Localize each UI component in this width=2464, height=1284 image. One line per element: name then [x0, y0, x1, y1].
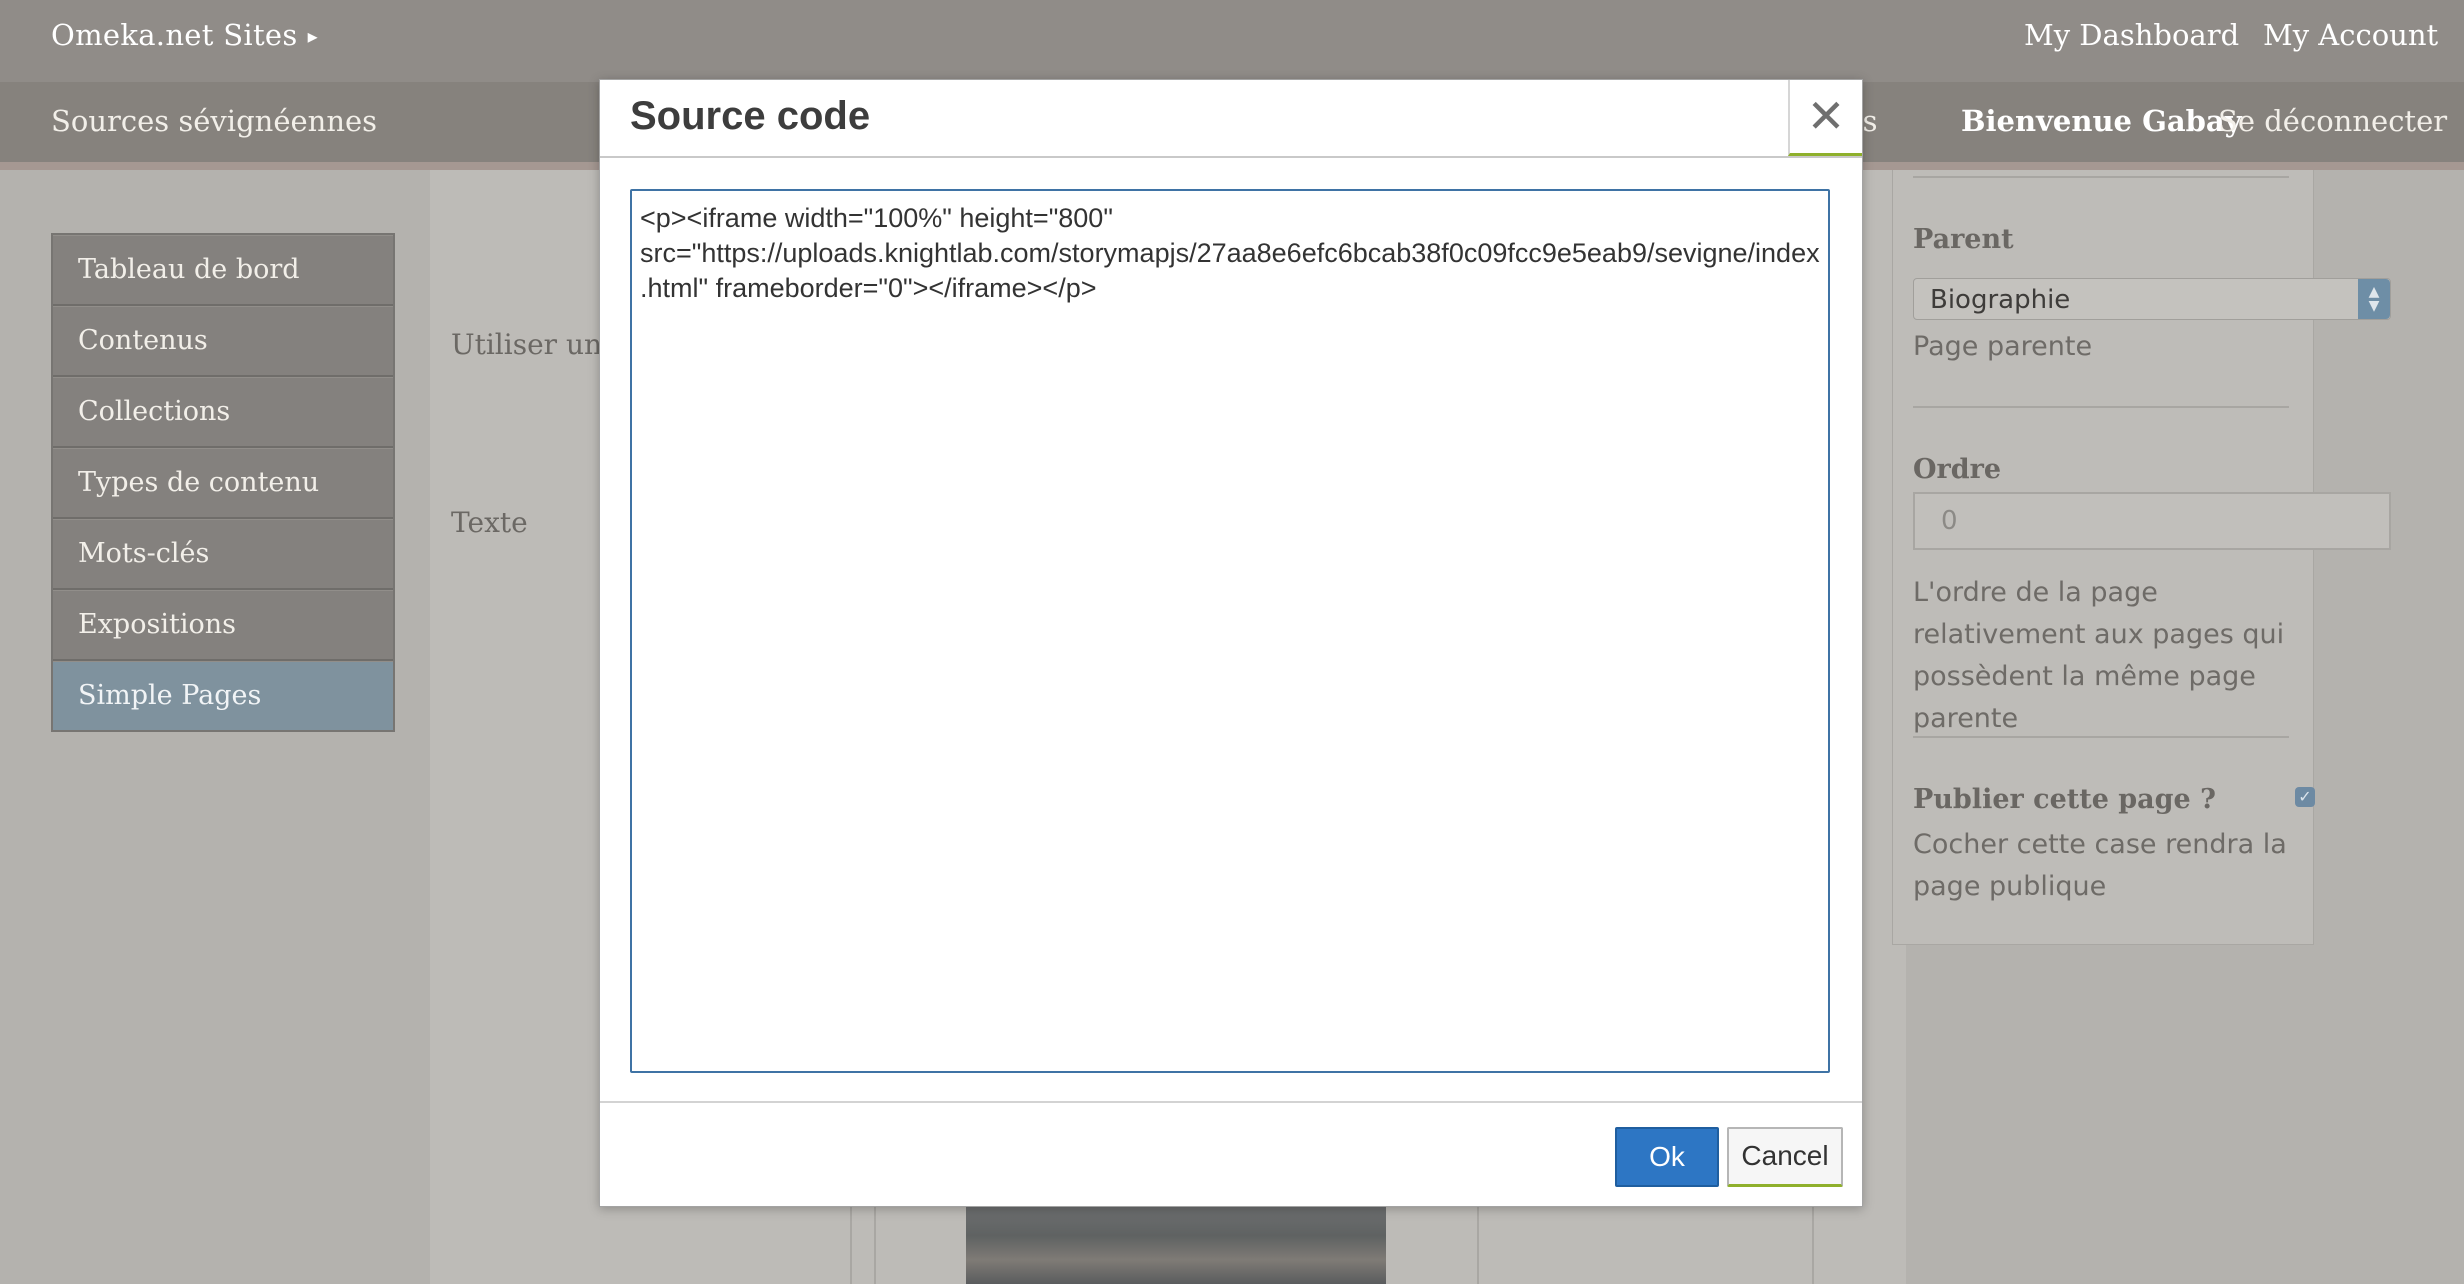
editor-column-border [874, 1196, 876, 1284]
publish-help-text: Cocher cette case rendra la page publiqu… [1913, 829, 2287, 902]
divider [1913, 736, 2289, 738]
publish-checkbox[interactable]: ✓ [2295, 787, 2315, 807]
sidebar-item-items[interactable]: Contenus [53, 306, 393, 377]
sidebar-item-tags[interactable]: Mots-clés [53, 519, 393, 590]
sidebar-nav: Tableau de bord Contenus Collections Typ… [51, 233, 395, 732]
parent-help-text: Page parente [1913, 331, 2093, 362]
dialog-footer: Ok Cancel [600, 1101, 1862, 1208]
sidebar-item-exhibits[interactable]: Expositions [53, 590, 393, 661]
sidebar-item-collections[interactable]: Collections [53, 377, 393, 448]
source-code-dialog: Source code ✕ <p><iframe width="100%" he… [599, 79, 1863, 1207]
parent-select-value: Biographie [1930, 285, 2071, 315]
my-dashboard-link[interactable]: My Dashboard [2024, 18, 2239, 52]
parent-label: Parent [1913, 224, 2014, 255]
my-account-link[interactable]: My Account [2263, 18, 2438, 52]
logout-link[interactable]: Se déconnecter [2218, 104, 2447, 138]
welcome-user-link[interactable]: Bienvenue Gabay [1961, 104, 2242, 138]
editor-column-border [1477, 1196, 1479, 1284]
sidebar-item-dashboard[interactable]: Tableau de bord [53, 235, 393, 306]
omeka-sites-menu[interactable]: Omeka.net Sites ▸ [51, 18, 318, 52]
editor-column-border [1812, 1196, 1814, 1284]
caret-right-icon: ▸ [307, 24, 318, 48]
order-help-text: L'ordre de la page relativement aux page… [1913, 577, 2285, 734]
dialog-title: Source code [630, 94, 871, 138]
parent-select[interactable]: Biographie ▲ ▼ [1913, 278, 2391, 320]
source-code-textarea[interactable]: <p><iframe width="100%" height="800" src… [630, 189, 1830, 1073]
select-arrows-icon: ▲ ▼ [2358, 279, 2390, 319]
order-label: Ordre [1913, 454, 2002, 485]
sidebar-item-simple-pages[interactable]: Simple Pages [53, 661, 393, 730]
order-input[interactable]: 0 [1913, 492, 2391, 550]
page-settings-panel: Parent Biographie ▲ ▼ Page parente Ordre … [1892, 170, 2391, 945]
embedded-portrait-image [966, 1204, 1386, 1284]
sidebar-item-item-types[interactable]: Types de contenu [53, 448, 393, 519]
ok-button[interactable]: Ok [1615, 1127, 1719, 1187]
divider [1913, 406, 2289, 408]
divider [1913, 176, 2289, 178]
site-name-link[interactable]: Sources sévignéennes [51, 104, 377, 138]
omeka-sites-label: Omeka.net Sites [51, 18, 298, 52]
text-label: Texte [451, 506, 528, 539]
dialog-header: Source code ✕ [600, 80, 1862, 158]
editor-column-border [850, 1196, 852, 1284]
publish-label: Publier cette page ? [1913, 784, 2216, 815]
top-bar: Omeka.net Sites ▸ My Dashboard My Account [0, 0, 2464, 82]
cancel-button[interactable]: Cancel [1727, 1127, 1843, 1187]
close-icon[interactable]: ✕ [1788, 80, 1862, 156]
